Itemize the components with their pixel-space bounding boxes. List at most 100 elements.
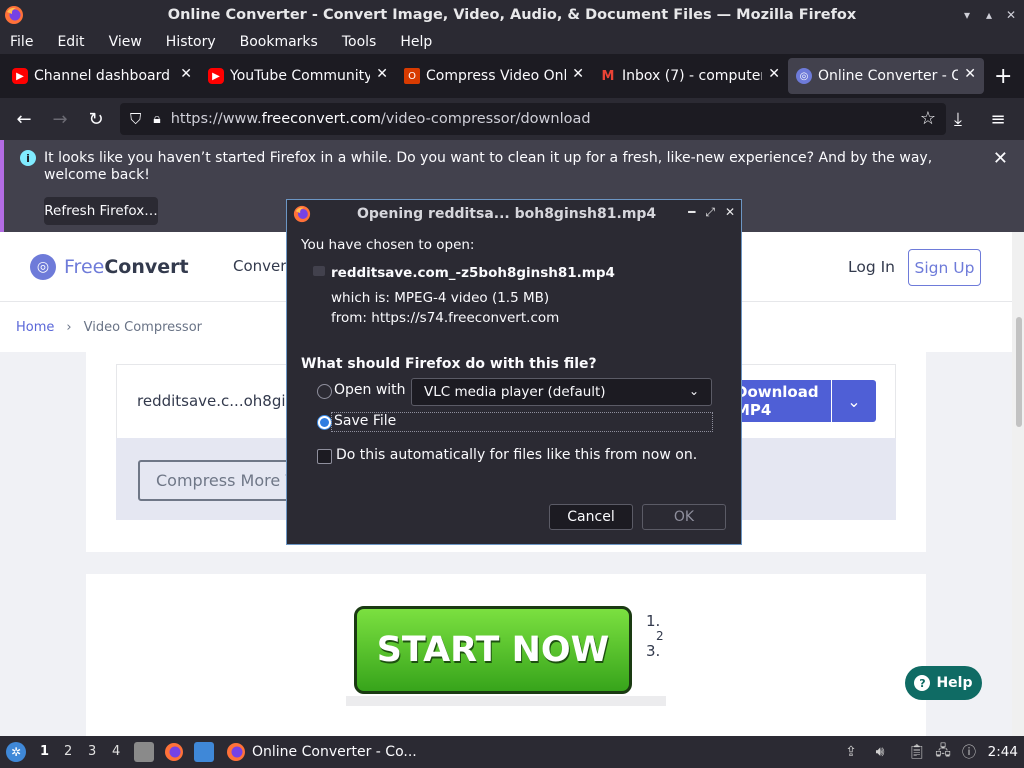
tab-close-icon[interactable]: ✕ xyxy=(768,66,780,82)
clipboard-icon[interactable]: 📋︎ xyxy=(908,743,926,761)
help-button[interactable]: ? Help xyxy=(905,666,982,700)
bookmark-star-icon[interactable]: ☆ xyxy=(920,108,936,129)
save-file-label[interactable]: Save File xyxy=(334,413,396,429)
dialog-minimize-icon[interactable]: ━ xyxy=(688,205,695,220)
nav-convert[interactable]: Convert xyxy=(233,257,292,275)
close-icon[interactable]: ✕ xyxy=(1002,6,1020,24)
workspace-3[interactable]: 3 xyxy=(88,744,96,759)
tab-label: Inbox (7) - computer xyxy=(622,68,762,84)
dialog-close-icon[interactable]: ✕ xyxy=(725,205,735,220)
page-scrollbar[interactable] xyxy=(1012,232,1024,736)
file-type: which is: MPEG-4 video (1.5 MB) xyxy=(331,290,550,306)
firefox-icon[interactable] xyxy=(164,742,184,762)
tab-close-icon[interactable]: ✕ xyxy=(572,66,584,82)
shield-icon[interactable]: ⛉ xyxy=(130,110,141,128)
network-icon[interactable]: 🖧 xyxy=(934,743,952,761)
maximize-icon[interactable]: ▴ xyxy=(980,6,998,24)
workspace-1[interactable]: 1 xyxy=(40,744,49,759)
ok-button[interactable]: OK xyxy=(642,504,726,530)
dialog-title: Opening redditsa... boh8ginsh81.mp4 xyxy=(357,206,657,222)
tab-bar: ▶ Channel dashboard - YouTube Studio ✕ ▶… xyxy=(0,54,1024,98)
tab-youtube-community[interactable]: ▶ YouTube Community Guidelines ✕ xyxy=(200,58,396,94)
tab-close-icon[interactable]: ✕ xyxy=(964,66,976,82)
workspace-4[interactable]: 4 xyxy=(112,744,120,759)
chevron-down-icon[interactable]: ⌄ xyxy=(832,380,876,422)
dialog-question: What should Firefox do with this file? xyxy=(301,356,597,372)
ad-footer xyxy=(346,696,666,706)
reload-icon[interactable]: ↻ xyxy=(78,103,114,135)
upload-icon[interactable]: ⇪ xyxy=(842,743,860,761)
menu-history[interactable]: History xyxy=(166,34,216,50)
chevron-down-icon: ⌄ xyxy=(688,384,699,398)
youtube-icon: ▶ xyxy=(12,68,28,84)
minimize-icon[interactable]: ▾ xyxy=(958,6,976,24)
cancel-button[interactable]: Cancel xyxy=(549,504,633,530)
app-select[interactable]: VLC media player (default) ⌄ xyxy=(411,378,712,406)
desktop-icon[interactable] xyxy=(194,742,214,762)
tab-online-converter[interactable]: ◎ Online Converter - Convert ✕ xyxy=(788,58,984,94)
lock-icon[interactable]: 🔒︎ xyxy=(153,111,160,127)
forward-icon[interactable]: → xyxy=(42,103,78,135)
firefox-icon xyxy=(293,205,311,223)
back-icon[interactable]: ← xyxy=(6,103,42,135)
file-source: from: https://s74.freeconvert.com xyxy=(331,310,560,326)
tab-compress-video[interactable]: O Compress Video Online ✕ xyxy=(396,58,592,94)
logo-icon: ◎ xyxy=(30,254,56,280)
taskbar-task-firefox[interactable]: Online Converter - Co... xyxy=(222,738,418,766)
video-file-icon xyxy=(313,266,325,276)
auto-checkbox[interactable] xyxy=(317,449,332,464)
office-icon: O xyxy=(404,68,420,84)
start-now-button[interactable]: START NOW xyxy=(354,606,632,694)
chevron-right-icon: › xyxy=(66,319,72,335)
url-bar[interactable]: ⛉ 🔒︎ https://www.freeconvert.com/video-c… xyxy=(120,103,946,135)
tab-channel-dashboard[interactable]: ▶ Channel dashboard - YouTube Studio ✕ xyxy=(4,58,200,94)
dialog-file-name: redditsave.com_-z5boh8ginsh81.mp4 xyxy=(331,265,615,281)
menu-tools[interactable]: Tools xyxy=(342,34,377,50)
volume-icon[interactable]: 🔊︎ xyxy=(871,743,889,761)
download-button[interactable]: Download MP4 xyxy=(735,380,831,422)
menu-bookmarks[interactable]: Bookmarks xyxy=(240,34,318,50)
tab-close-icon[interactable]: ✕ xyxy=(180,66,192,82)
compress-more-button[interactable]: Compress More Videos xyxy=(138,460,298,501)
menu-edit[interactable]: Edit xyxy=(57,34,84,50)
dialog-body: You have chosen to open: redditsave.com_… xyxy=(287,228,741,544)
open-file-dialog: Opening redditsa... boh8ginsh81.mp4 ━ ⤢ … xyxy=(286,199,742,545)
tab-inbox[interactable]: M Inbox (7) - computer ✕ xyxy=(592,58,788,94)
notification-icon[interactable]: ⓘ xyxy=(960,743,978,761)
refresh-firefox-button[interactable]: Refresh Firefox… xyxy=(44,197,158,225)
signup-button[interactable]: Sign Up xyxy=(908,249,981,286)
open-with-label[interactable]: Open with xyxy=(334,382,406,398)
freeconvert-logo[interactable]: ◎ FreeConvert xyxy=(30,254,189,280)
hamburger-menu-icon[interactable]: ≡ xyxy=(980,103,1016,135)
dialog-maximize-icon[interactable]: ⤢ xyxy=(705,205,715,220)
new-tab-icon[interactable]: + xyxy=(994,64,1012,89)
tab-close-icon[interactable]: ✕ xyxy=(376,66,388,82)
notification-close-icon[interactable]: ✕ xyxy=(993,148,1008,169)
ad-card: START NOW 1. 2 3. xyxy=(86,574,926,736)
menu-view[interactable]: View xyxy=(109,34,142,50)
file-manager-icon[interactable] xyxy=(134,742,154,762)
window-title: Online Converter - Convert Image, Video,… xyxy=(167,7,857,23)
open-with-radio[interactable] xyxy=(317,384,332,399)
menu-help[interactable]: Help xyxy=(400,34,432,50)
auto-checkbox-label[interactable]: Do this automatically for files like thi… xyxy=(336,447,697,463)
gmail-icon: M xyxy=(601,68,615,84)
menu-file[interactable]: File xyxy=(10,34,33,50)
taskbar: ✲ 1 2 3 4 Online Converter - Co... ⇪ 🔊︎ … xyxy=(0,736,1024,768)
downloads-icon[interactable]: ⤓ xyxy=(940,103,976,135)
save-file-radio[interactable] xyxy=(317,415,332,430)
clock: 2:44 xyxy=(987,744,1018,760)
menu-bar: File Edit View History Bookmarks Tools H… xyxy=(0,30,1024,54)
tab-label: YouTube Community Guidelines xyxy=(230,68,370,84)
chosen-label: You have chosen to open: xyxy=(301,237,475,253)
firefox-icon xyxy=(5,6,23,24)
breadcrumb-home[interactable]: Home xyxy=(16,320,54,335)
ad-steps: 1. 2 3. xyxy=(646,612,664,660)
workspace-2[interactable]: 2 xyxy=(64,744,72,759)
notification-message: It looks like you haven’t started Firefo… xyxy=(44,150,933,183)
login-link[interactable]: Log In xyxy=(848,258,895,276)
tab-label: Online Converter - Convert xyxy=(818,68,958,84)
url-text[interactable]: https://www.freeconvert.com/video-compre… xyxy=(171,111,591,127)
start-menu-icon[interactable]: ✲ xyxy=(6,742,26,762)
dialog-title-bar: Opening redditsa... boh8ginsh81.mp4 ━ ⤢ … xyxy=(287,200,741,228)
